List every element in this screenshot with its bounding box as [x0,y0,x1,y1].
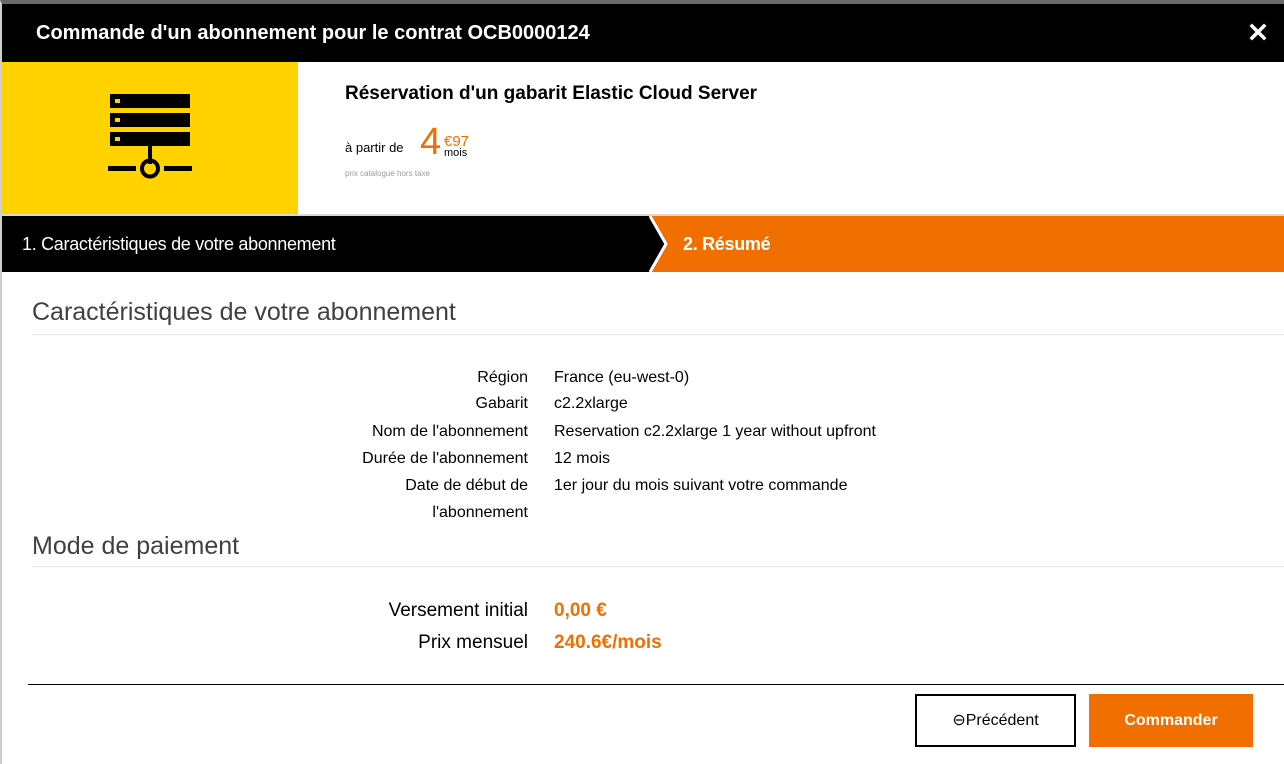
start-date-label-line2: l'abonnement [432,504,528,521]
payment-title: Mode de paiement [32,532,240,560]
dialog-header: Commande d'un abonnement pour le contrat… [2,4,1284,62]
product-summary: Réservation d'un gabarit Elastic Cloud S… [2,62,1284,216]
price-unit: mois [444,147,468,159]
start-date-label-line1: Date de début de [405,477,528,494]
server-network-icon [108,94,192,179]
gabarit-label: Gabarit [475,395,528,412]
subscription-name-label: Nom de l'abonnement [371,423,528,440]
region-value: France (eu-west-0) [554,369,690,386]
product-icon-tile [2,62,298,214]
gabarit-value: c2.2xlarge [554,395,628,412]
step-2-summary[interactable]: 2. Résumé [683,234,771,255]
stepper: 1. Caractéristiques de votre abonnement … [2,216,1284,272]
section-divider [32,566,1284,567]
monthly-price-label: Prix mensuel [418,632,528,653]
step-1-characteristics[interactable]: 1. Caractéristiques de votre abonnement [22,234,336,255]
initial-payment-value: 0,00 € [554,600,607,621]
subscription-name-value: Reservation c2.2xlarge 1 year without up… [554,423,876,440]
subscription-duration-label: Durée de l'abonnement [362,450,528,467]
footer-divider [28,684,1284,685]
order-button[interactable]: Commander [1089,694,1253,747]
order-dialog: Commande d'un abonnement pour le contrat… [0,0,1284,764]
initial-payment-label: Versement initial [388,600,528,621]
previous-button[interactable]: ⊖Précédent [915,694,1076,747]
start-date-value: 1er jour du mois suivant votre commande [554,477,848,494]
section-divider [32,334,1284,335]
characteristics-title: Caractéristiques de votre abonnement [32,298,456,326]
monthly-price-value: 240.6€/mois [554,632,662,653]
subscription-duration-value: 12 mois [554,450,611,467]
region-label: Région [477,369,528,386]
product-name: Réservation d'un gabarit Elastic Cloud S… [345,83,758,104]
price-note: prix catalogue hors taxe [345,169,430,178]
price-integer: 4 [420,121,442,163]
dialog-title: Commande d'un abonnement pour le contrat… [36,22,590,44]
price-prefix: à partir de [345,140,404,155]
close-icon[interactable] [1244,18,1272,46]
